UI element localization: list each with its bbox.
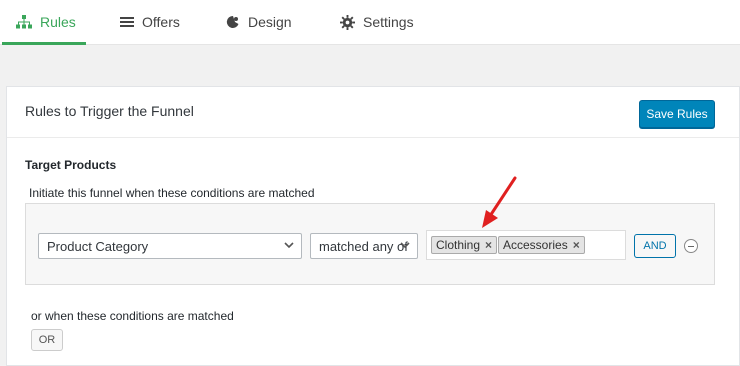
top-tab-bar: Rules Offers Design Settings xyxy=(0,0,740,45)
gear-icon xyxy=(340,14,355,30)
chevron-down-icon xyxy=(399,239,411,254)
tag-accessories: Accessories × xyxy=(498,236,585,254)
tag-label: Clothing xyxy=(436,238,481,252)
tag-label: Accessories xyxy=(503,238,568,252)
chevron-down-icon xyxy=(283,239,295,254)
rule-operator-select[interactable]: matched any of xyxy=(310,233,418,259)
tab-settings[interactable]: Settings xyxy=(340,0,414,44)
or-button[interactable]: OR xyxy=(31,329,63,351)
rule-field-select[interactable]: Product Category xyxy=(38,233,302,259)
tab-rules[interactable]: Rules xyxy=(2,0,86,45)
rules-panel: Rules to Trigger the Funnel Save Rules T… xyxy=(6,86,740,366)
condition-label: Initiate this funnel when these conditio… xyxy=(29,186,315,200)
remove-tag-icon[interactable]: × xyxy=(485,238,492,252)
tag-clothing: Clothing × xyxy=(431,236,498,254)
tab-label: Rules xyxy=(40,14,76,30)
tab-label: Design xyxy=(248,14,292,30)
tab-offers[interactable]: Offers xyxy=(120,0,180,44)
and-button[interactable]: AND xyxy=(634,234,676,258)
red-arrow-annotation xyxy=(478,176,520,235)
panel-header: Rules to Trigger the Funnel Save Rules xyxy=(7,87,739,138)
rule-operator-value: matched any of xyxy=(319,238,408,254)
remove-tag-icon[interactable]: × xyxy=(573,238,580,252)
section-title: Target Products xyxy=(25,158,117,172)
rule-field-value: Product Category xyxy=(47,238,149,254)
rule-value-tag-input[interactable]: Clothing × Accessories × xyxy=(426,230,626,260)
list-icon xyxy=(120,16,134,28)
tab-label: Offers xyxy=(142,14,180,30)
tab-design[interactable]: Design xyxy=(226,0,292,44)
or-condition-label: or when these conditions are matched xyxy=(31,309,234,323)
remove-rule-icon[interactable] xyxy=(684,239,698,253)
sitemap-icon xyxy=(16,15,32,29)
tab-label: Settings xyxy=(363,14,414,30)
panel-title: Rules to Trigger the Funnel xyxy=(25,103,194,119)
rule-group: Product Category matched any of Clothing… xyxy=(25,203,715,285)
palette-icon xyxy=(226,15,240,29)
save-rules-button[interactable]: Save Rules xyxy=(639,100,715,128)
